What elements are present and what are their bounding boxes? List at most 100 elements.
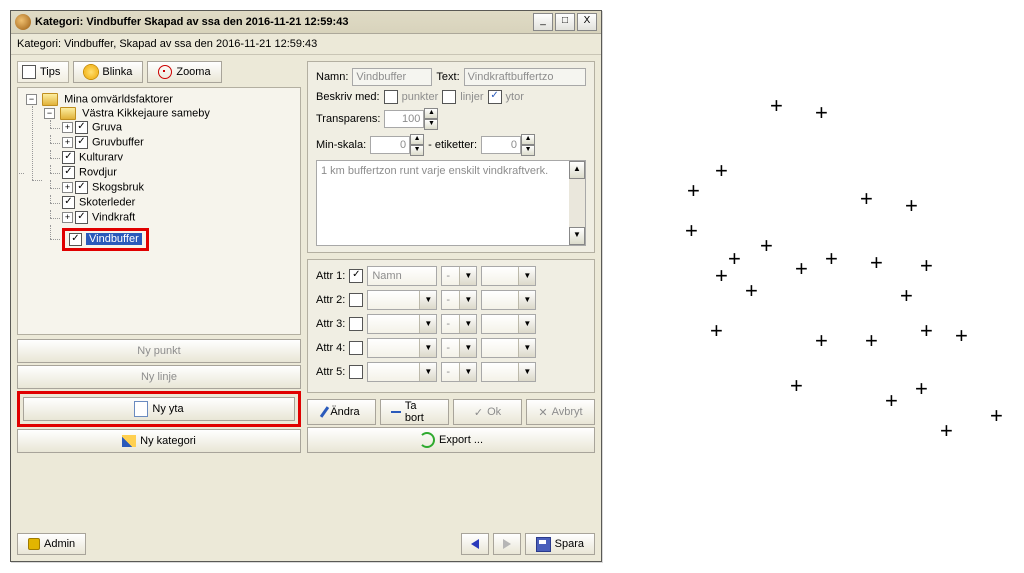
attr4-val-combo[interactable]: ▼ xyxy=(481,338,536,358)
checkbox-icon[interactable]: ✓ xyxy=(75,121,88,134)
map-point: + xyxy=(885,390,898,412)
transparens-spinner[interactable]: ▲▼ xyxy=(384,108,438,130)
attr4-checkbox[interactable] xyxy=(349,341,363,355)
expand-icon[interactable]: + xyxy=(62,137,73,148)
ny-yta-button[interactable]: Ny yta xyxy=(23,397,295,421)
attr3-name-combo[interactable]: ▼ xyxy=(367,314,437,334)
punkter-checkbox[interactable] xyxy=(384,90,398,104)
map-point: + xyxy=(990,405,1003,427)
check-icon: ✓ xyxy=(474,406,483,419)
tree-item-skoterleder[interactable]: ✓Skoterleder xyxy=(62,195,296,210)
checkbox-icon[interactable]: ✓ xyxy=(62,166,75,179)
attr1-name-combo[interactable]: Namn xyxy=(367,266,437,286)
etiketter-spinner[interactable]: ▲▼ xyxy=(481,134,535,156)
checkbox-icon[interactable]: ✓ xyxy=(75,181,88,194)
attr5-checkbox[interactable] xyxy=(349,365,363,379)
admin-button[interactable]: Admin xyxy=(17,533,86,555)
tree-item-vindkraft[interactable]: +✓Vindkraft xyxy=(62,210,296,225)
tree-item-skogsbruk[interactable]: +✓Skogsbruk xyxy=(62,180,296,195)
spin-up-icon[interactable]: ▲ xyxy=(410,134,424,145)
spin-up-icon[interactable]: ▲ xyxy=(424,108,438,119)
ytor-checkbox[interactable]: ✓ xyxy=(488,90,502,104)
attr3-checkbox[interactable] xyxy=(349,317,363,331)
tree-item-gruva[interactable]: +✓Gruva xyxy=(62,120,296,135)
attr3-val-combo[interactable]: ▼ xyxy=(481,314,536,334)
blinka-button[interactable]: Blinka xyxy=(73,61,143,83)
attr4-op-combo[interactable]: -▼ xyxy=(441,338,477,358)
attr4-name-combo[interactable]: ▼ xyxy=(367,338,437,358)
ny-punkt-button[interactable]: Ny punkt xyxy=(17,339,301,363)
attr5-op-combo[interactable]: -▼ xyxy=(441,362,477,382)
map-point: + xyxy=(790,375,803,397)
ok-button[interactable]: ✓ Ok xyxy=(453,399,522,425)
attr2-op-combo[interactable]: -▼ xyxy=(441,290,477,310)
attr-row-2: Attr 2: ▼ -▼ ▼ xyxy=(316,290,586,310)
attr3-op-combo[interactable]: -▼ xyxy=(441,314,477,334)
spara-button[interactable]: Spara xyxy=(525,533,595,555)
etiketter-input[interactable] xyxy=(481,136,521,154)
tree-sameby[interactable]: − Västra Kikkejaure sameby +✓Gruva +✓Gru… xyxy=(44,106,296,253)
attr2-checkbox[interactable] xyxy=(349,293,363,307)
map-point: + xyxy=(815,330,828,352)
tree-item-rovdjur[interactable]: ✓Rovdjur xyxy=(62,165,296,180)
text-input[interactable] xyxy=(464,68,586,86)
spin-down-icon[interactable]: ▼ xyxy=(410,145,424,156)
scroll-down-icon[interactable]: ▼ xyxy=(569,227,585,245)
checkbox-icon[interactable]: ✓ xyxy=(69,233,82,246)
tree-item-gruvbuffer[interactable]: +✓Gruvbuffer xyxy=(62,135,296,150)
tree-item-vindbuffer[interactable]: Vindbuffer xyxy=(86,233,142,245)
map-point: + xyxy=(920,255,933,277)
scroll-up-icon[interactable]: ▲ xyxy=(569,161,585,179)
checkbox-icon[interactable]: ✓ xyxy=(62,151,75,164)
map-point: + xyxy=(770,95,783,117)
transparens-input[interactable] xyxy=(384,110,424,128)
nav-prev-button[interactable] xyxy=(461,533,489,555)
description-textarea[interactable]: 1 km buffertzon runt varje enskilt vindk… xyxy=(316,160,586,246)
maximize-button[interactable]: □ xyxy=(555,13,575,31)
checkbox-icon[interactable]: ✓ xyxy=(75,211,88,224)
zooma-button[interactable]: Zooma xyxy=(147,61,221,83)
expand-icon[interactable]: + xyxy=(62,122,73,133)
export-button[interactable]: Export ... xyxy=(307,427,595,453)
attr1-checkbox[interactable]: ✓ xyxy=(349,269,363,283)
minskala-input[interactable] xyxy=(370,136,410,154)
andra-button[interactable]: Ändra xyxy=(307,399,376,425)
scroll-track[interactable] xyxy=(569,179,585,227)
avbryt-button[interactable]: ✕ Avbryt xyxy=(526,399,595,425)
scrollbar[interactable]: ▲ ▼ xyxy=(569,161,585,245)
attr1-val-combo[interactable]: ▼ xyxy=(481,266,536,286)
tips-checkbox[interactable]: Tips xyxy=(17,61,69,83)
namn-input[interactable] xyxy=(352,68,432,86)
minimize-button[interactable]: _ xyxy=(533,13,553,31)
expand-icon[interactable]: + xyxy=(62,182,73,193)
attr2-val-combo[interactable]: ▼ xyxy=(481,290,536,310)
checkbox-icon[interactable]: ✓ xyxy=(62,196,75,209)
linjer-checkbox[interactable] xyxy=(442,90,456,104)
attr1-op-combo[interactable]: -▼ xyxy=(441,266,477,286)
tree-item-kulturarv[interactable]: ✓Kulturarv xyxy=(62,150,296,165)
minskala-spinner[interactable]: ▲▼ xyxy=(370,134,424,156)
attr5-val-combo[interactable]: ▼ xyxy=(481,362,536,382)
spin-down-icon[interactable]: ▼ xyxy=(521,145,535,156)
tabort-button[interactable]: Ta bort xyxy=(380,399,449,425)
chevron-down-icon: ▼ xyxy=(518,291,535,309)
transparens-label: Transparens: xyxy=(316,113,380,125)
spin-up-icon[interactable]: ▲ xyxy=(521,134,535,145)
map-canvas: ++++++++++++++++++++++++++ xyxy=(640,60,1020,480)
spin-down-icon[interactable]: ▼ xyxy=(424,119,438,130)
ny-kategori-button[interactable]: Ny kategori xyxy=(17,429,301,453)
tree-root[interactable]: − Mina omvärldsfaktorer − Västra Kikkeja… xyxy=(26,92,296,254)
map-point: + xyxy=(905,195,918,217)
expand-icon[interactable]: − xyxy=(26,94,37,105)
attr2-name-combo[interactable]: ▼ xyxy=(367,290,437,310)
attr5-name-combo[interactable]: ▼ xyxy=(367,362,437,382)
expand-icon[interactable]: − xyxy=(44,108,55,119)
chevron-down-icon: ▼ xyxy=(419,339,436,357)
close-button[interactable]: X xyxy=(577,13,597,31)
expand-icon[interactable]: + xyxy=(62,212,73,223)
nav-next-button[interactable] xyxy=(493,533,521,555)
checkbox-icon xyxy=(22,65,36,79)
minus-icon xyxy=(391,411,401,413)
ny-linje-button[interactable]: Ny linje xyxy=(17,365,301,389)
checkbox-icon[interactable]: ✓ xyxy=(75,136,88,149)
